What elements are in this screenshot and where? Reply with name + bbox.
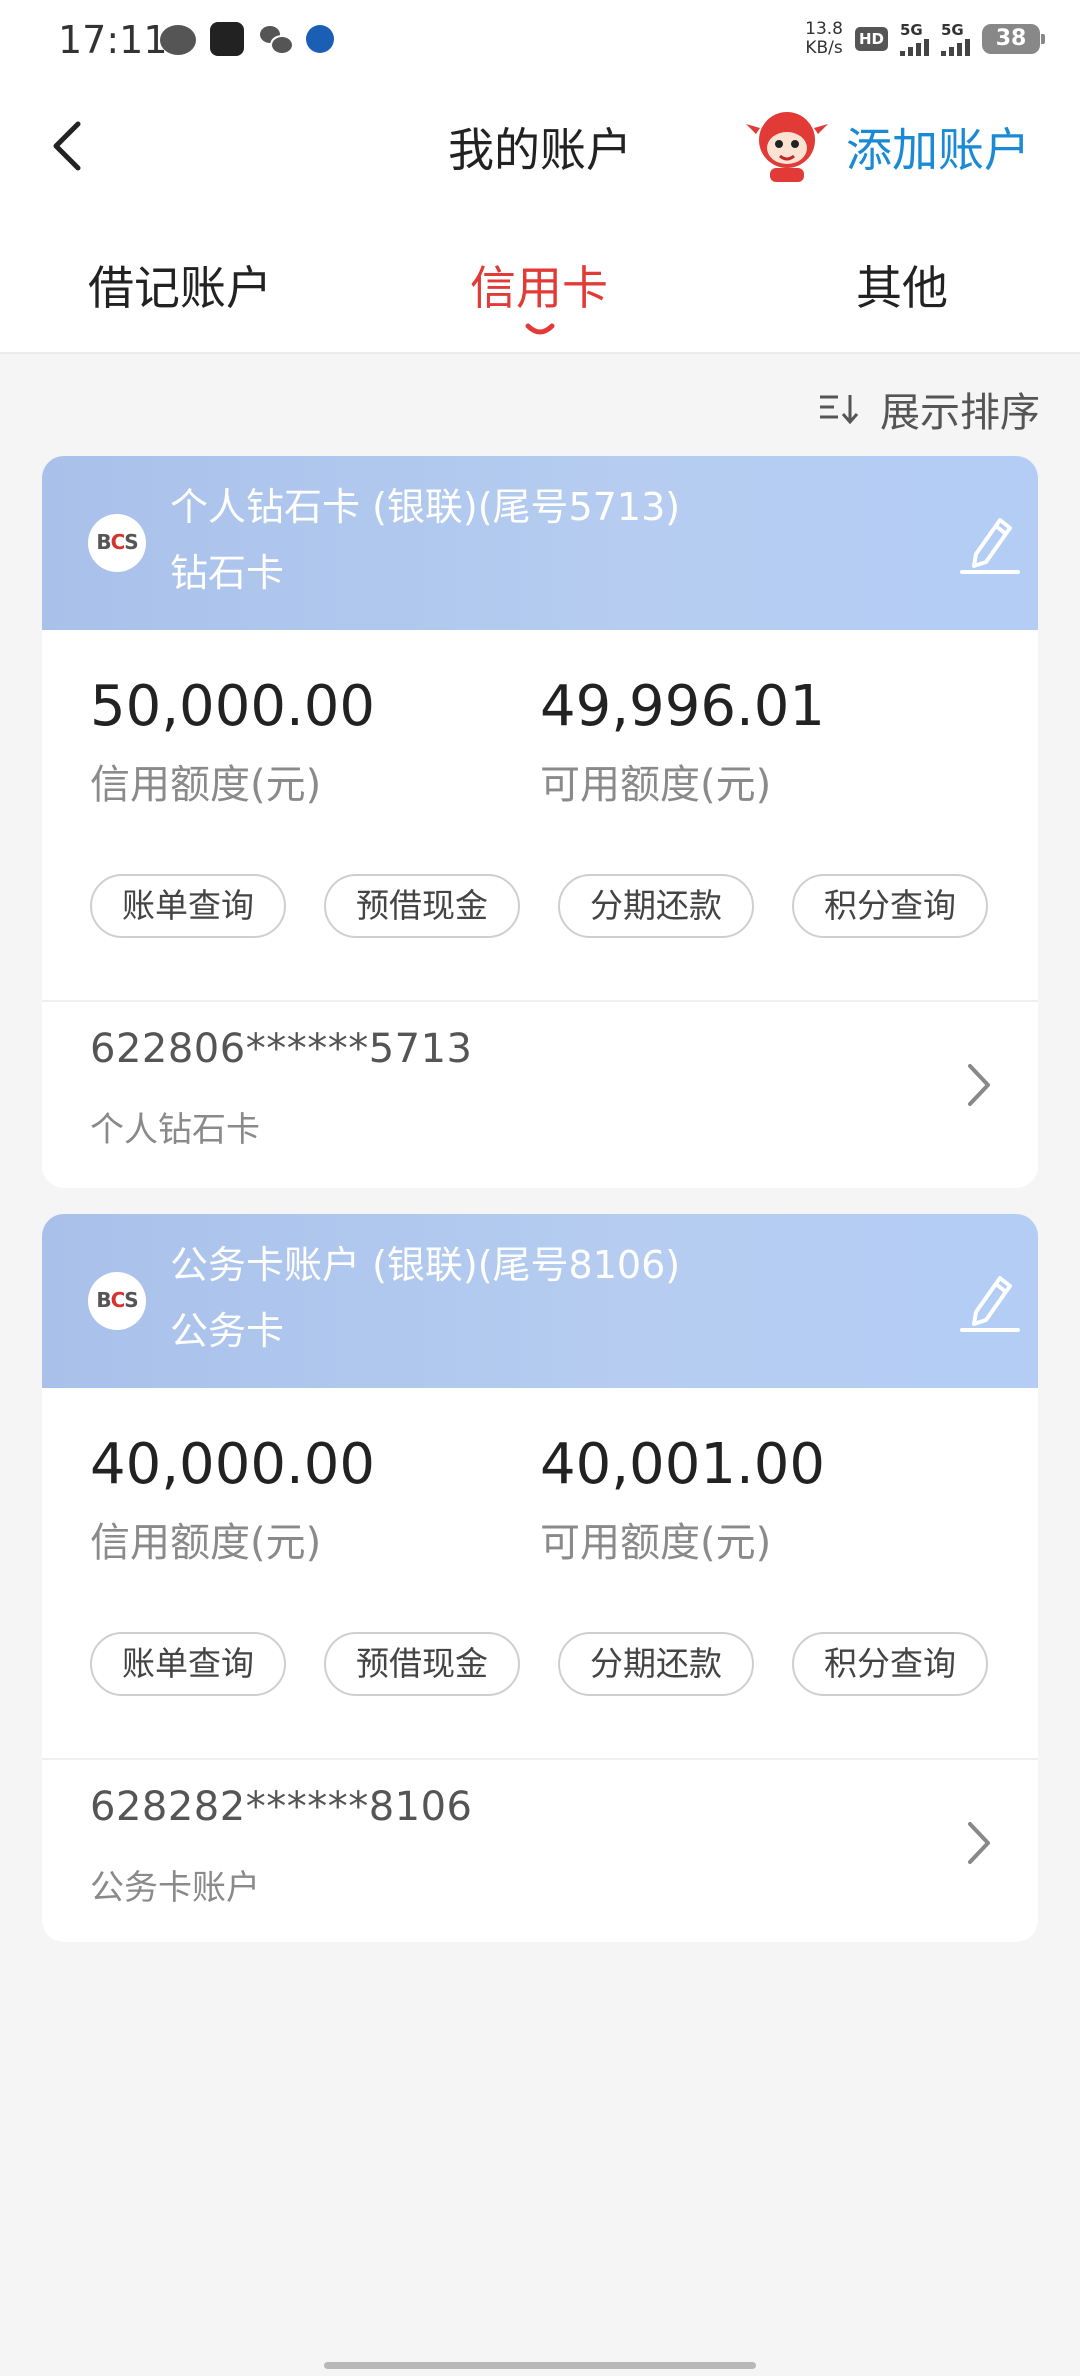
card-subtitle: 公务卡 bbox=[170, 1309, 285, 1353]
credit-limit-value: 50,000.00 bbox=[90, 674, 376, 739]
credit-card-panel: BCS 公务卡账户 (银联)(尾号8106) 公务卡 40,000.00 信用额… bbox=[42, 1214, 1038, 1942]
installment-button[interactable]: 分期还款 bbox=[558, 874, 754, 938]
card-header: BCS 个人钻石卡 (银联)(尾号5713) 钻石卡 bbox=[42, 456, 1038, 630]
available-limit-value: 49,996.01 bbox=[540, 674, 826, 739]
available-limit-label: 可用额度(元) bbox=[540, 1520, 772, 1566]
status-time: 17:11 bbox=[58, 18, 168, 62]
home-indicator[interactable] bbox=[324, 2362, 756, 2369]
wechat-icon bbox=[258, 22, 294, 56]
message-icon bbox=[160, 25, 196, 55]
credit-limit-value: 40,000.00 bbox=[90, 1432, 376, 1497]
bill-query-button[interactable]: 账单查询 bbox=[90, 874, 286, 938]
cash-advance-button[interactable]: 预借现金 bbox=[324, 874, 520, 938]
divider bbox=[42, 1758, 1038, 1760]
points-query-button[interactable]: 积分查询 bbox=[792, 1632, 988, 1696]
card-number[interactable]: 622806******5713 bbox=[90, 1026, 473, 1072]
tab-other[interactable]: 其他 bbox=[856, 252, 948, 318]
chevron-right-icon[interactable] bbox=[964, 1818, 994, 1868]
bank-logo-icon: BCS bbox=[88, 1272, 146, 1330]
card-name: 公务卡账户 bbox=[90, 1868, 260, 1908]
tab-active-indicator bbox=[525, 323, 555, 335]
sort-button[interactable]: 展示排序 bbox=[818, 380, 1040, 438]
installment-button[interactable]: 分期还款 bbox=[558, 1632, 754, 1696]
add-account-link[interactable]: 添加账户 bbox=[846, 114, 1030, 180]
edit-icon[interactable] bbox=[960, 510, 1022, 576]
bank-app-icon bbox=[306, 25, 334, 53]
signal-icon-1: 5G bbox=[900, 20, 929, 56]
available-limit-label: 可用额度(元) bbox=[540, 762, 772, 808]
chevron-right-icon[interactable] bbox=[964, 1060, 994, 1110]
divider bbox=[42, 1000, 1038, 1002]
card-number[interactable]: 628282******8106 bbox=[90, 1784, 473, 1830]
card-name: 个人钻石卡 bbox=[90, 1110, 260, 1150]
tiktok-icon bbox=[210, 22, 244, 56]
points-query-button[interactable]: 积分查询 bbox=[792, 874, 988, 938]
status-bar: 17:11 13.8 KB/s HD 5G 5G 38 bbox=[0, 0, 1080, 86]
network-speed: 13.8 KB/s bbox=[805, 20, 843, 58]
hd-icon: HD bbox=[854, 27, 888, 51]
card-title: 公务卡账户 (银联)(尾号8106) bbox=[170, 1243, 681, 1287]
card-header: BCS 公务卡账户 (银联)(尾号8106) 公务卡 bbox=[42, 1214, 1038, 1388]
speed-unit: KB/s bbox=[805, 38, 843, 58]
notification-icons bbox=[160, 22, 334, 56]
tab-debit[interactable]: 借记账户 bbox=[88, 252, 272, 318]
bank-logo-icon: BCS bbox=[88, 514, 146, 572]
credit-limit-label: 信用额度(元) bbox=[90, 1520, 322, 1566]
card-title: 个人钻石卡 (银联)(尾号5713) bbox=[170, 485, 681, 529]
signal-label-1: 5G bbox=[900, 20, 923, 39]
edit-icon[interactable] bbox=[960, 1268, 1022, 1334]
battery-icon: 38 bbox=[982, 24, 1045, 54]
credit-limit-label: 信用额度(元) bbox=[90, 762, 322, 808]
cash-advance-button[interactable]: 预借现金 bbox=[324, 1632, 520, 1696]
signal-label-2: 5G bbox=[941, 20, 964, 39]
account-tabs: 借记账户 信用卡 其他 bbox=[0, 206, 1080, 354]
sort-icon bbox=[820, 395, 859, 425]
bill-query-button[interactable]: 账单查询 bbox=[90, 1632, 286, 1696]
speed-value: 13.8 bbox=[805, 19, 843, 39]
status-right: 13.8 KB/s HD 5G 5G 38 bbox=[805, 20, 1045, 58]
nav-header: 我的账户 添加账户 bbox=[0, 86, 1080, 206]
credit-card-panel: BCS 个人钻石卡 (银联)(尾号5713) 钻石卡 50,000.00 信用额… bbox=[42, 456, 1038, 1188]
card-subtitle: 钻石卡 bbox=[170, 551, 285, 595]
tab-credit[interactable]: 信用卡 bbox=[470, 252, 608, 318]
available-limit-value: 40,001.00 bbox=[540, 1432, 826, 1497]
signal-icon-2: 5G bbox=[941, 20, 970, 56]
mascot-icon[interactable] bbox=[744, 104, 830, 184]
sort-label: 展示排序 bbox=[880, 390, 1040, 436]
